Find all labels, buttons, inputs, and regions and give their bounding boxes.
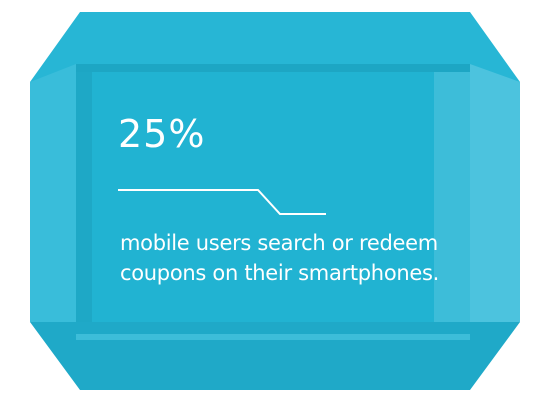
inner-left-strip <box>76 64 92 340</box>
folded-frame-graphic <box>30 12 520 390</box>
main-panel <box>76 64 470 340</box>
bottom-flap <box>30 322 520 390</box>
stat-description: mobile users search or redeem coupons on… <box>120 231 440 285</box>
left-band <box>30 64 76 340</box>
stat-percentage: 25% <box>118 112 206 156</box>
bottom-highlight <box>76 334 470 340</box>
top-shadow <box>76 64 470 72</box>
inner-right-strip <box>434 70 470 334</box>
right-band <box>470 64 520 340</box>
stat-card: 25% mobile users search or redeem coupon… <box>0 0 545 406</box>
